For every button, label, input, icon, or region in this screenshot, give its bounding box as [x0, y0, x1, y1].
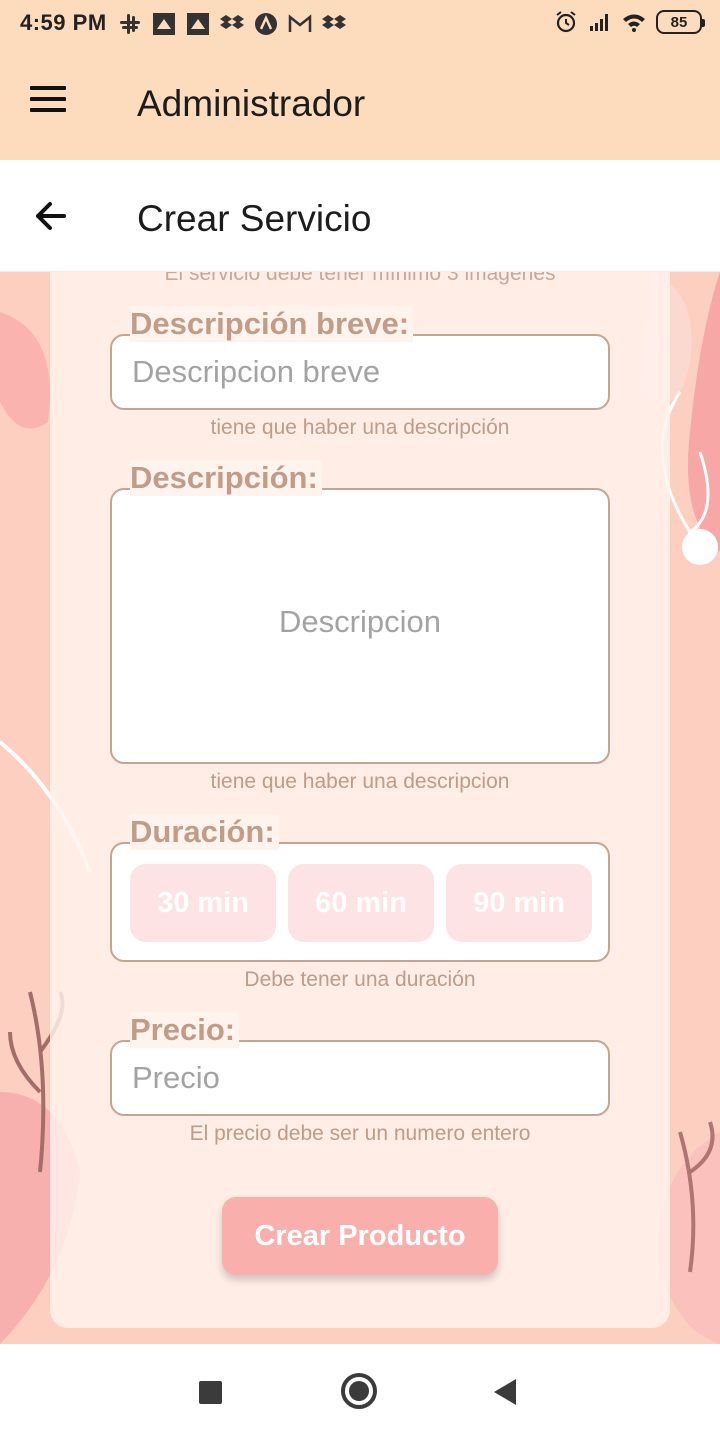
arc-icon [255, 13, 277, 35]
price-input[interactable] [112, 1042, 608, 1114]
recent-apps-icon[interactable] [199, 1381, 222, 1404]
notification-icons [118, 12, 346, 36]
duration-30-button[interactable]: 30 min [130, 864, 276, 942]
app-bar: Administrador [0, 50, 720, 160]
gmail-icon [288, 14, 312, 32]
short-description-help: tiene que haber una descripción [210, 416, 510, 439]
duration-label: Duración: [130, 814, 279, 850]
hamburger-menu-icon[interactable] [30, 86, 74, 122]
description-help: tiene que haber una descripcion [210, 770, 510, 793]
short-description-input[interactable] [112, 336, 608, 408]
navigation-bar [0, 1344, 720, 1440]
description-input[interactable] [112, 490, 608, 762]
page-title: Crear Servicio [137, 198, 372, 239]
app-icon [187, 13, 209, 35]
price-help: El precio debe ser un numero entero [189, 1122, 531, 1145]
images-hint: El servicio debe tener mínimo 3 imágenes [164, 272, 556, 285]
system-icons: 85 [554, 10, 705, 34]
duration-90-button[interactable]: 90 min [446, 864, 592, 942]
create-product-button[interactable]: Crear Producto [222, 1197, 498, 1275]
duration-selector: 30 min 60 min 90 min [110, 842, 610, 962]
page-header: Crear Servicio [0, 160, 720, 272]
alarm-icon [556, 11, 576, 33]
dropbox-icon [322, 15, 346, 29]
duration-60-button[interactable]: 60 min [288, 864, 434, 942]
description-field [110, 488, 610, 764]
back-triangle-icon[interactable] [494, 1379, 516, 1405]
status-time: 4:59 PM [20, 10, 107, 35]
price-label: Precio: [130, 1012, 240, 1048]
duration-help: Debe tener una duración [244, 968, 476, 991]
battery-icon: 85 [656, 10, 705, 34]
signal-icon [590, 14, 608, 31]
short-description-field [110, 334, 610, 410]
status-bar: 4:59 PM 85 [0, 0, 720, 50]
short-description-label: Descripción breve: [130, 306, 414, 342]
form-background: El servicio debe tener mínimo 3 imágenes… [0, 272, 720, 1344]
arrow-back-icon[interactable] [30, 196, 74, 236]
price-field [110, 1040, 610, 1116]
wifi-icon [623, 14, 645, 32]
app-icon [153, 13, 175, 35]
description-label: Descripción: [130, 460, 322, 496]
app-title: Administrador [137, 83, 366, 124]
home-icon[interactable] [341, 1373, 377, 1409]
slack-icon [120, 14, 140, 34]
dropbox-icon [220, 15, 244, 29]
